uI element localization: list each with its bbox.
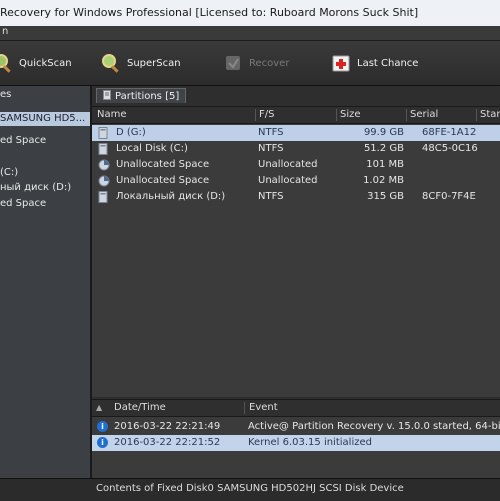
main-pane: Partitions [5] Name F/S Size Serial Star… [92,86,500,478]
device-tree: es SAMSUNG HD5... ed Space (C:) ный диск… [0,86,92,478]
table-row[interactable]: D (G:) NTFS 99.9 GB 68FE-1A12 [92,125,500,141]
table-row[interactable]: Локальный диск (D:) NTFS 315 GB 8CF0-7F4… [92,189,500,205]
status-bar: Contents of Fixed Disk0 SAMSUNG HD502HJ … [0,478,500,501]
log-header: ▲ Date/Time Event [92,400,500,417]
column-header-event[interactable]: Event [244,402,278,414]
disk-icon [98,143,108,155]
column-header-starting[interactable]: Startin [476,109,500,121]
superscan-button[interactable]: SuperScan [100,49,181,77]
pie-icon [98,175,110,187]
quickscan-button[interactable]: QuickScan [0,49,72,77]
table-row[interactable]: Local Disk (C:) NTFS 51.2 GB 48C5-0C16 [92,141,500,157]
tree-item[interactable]: ный диск (D:) [0,181,71,195]
toolbar: QuickScan SuperScan Recover Last Chance [0,41,500,86]
grid-header: Name F/S Size Serial Startin [92,107,500,124]
column-header-name[interactable]: Name [94,109,127,121]
event-log: ▲ Date/Time Event i 2016-03-22 22:21:49 … [92,399,500,478]
table-row[interactable]: Unallocated Space Unallocated 1.02 MB [92,173,500,189]
column-header-serial[interactable]: Serial [406,109,438,121]
title-bar: Recovery for Windows Professional [Licen… [0,0,500,26]
menu-item[interactable]: n [2,26,8,37]
partition-icon [103,89,111,103]
last-chance-button[interactable]: Last Chance [330,49,418,77]
first-aid-icon [330,52,352,74]
magnifier-icon [0,52,14,74]
disk-icon [98,191,108,203]
column-header-fs[interactable]: F/S [255,109,274,121]
info-icon: i [97,437,108,448]
tab-partitions[interactable]: Partitions [5] [96,88,187,103]
partitions-grid: Name F/S Size Serial Startin D (G:) NTFS… [92,106,500,416]
recover-button[interactable]: Recover [222,49,289,77]
info-icon: i [97,421,108,432]
sort-arrow-icon: ▲ [96,403,103,412]
tree-item[interactable]: ed Space [0,197,46,211]
pie-icon [98,159,110,171]
tree-item[interactable]: (C:) [0,166,18,180]
column-header-size[interactable]: Size [336,109,361,121]
tree-item[interactable]: es [0,88,11,102]
log-row[interactable]: i 2016-03-22 22:21:52 Kernel 6.03.15 ini… [92,435,500,451]
window-title: Recovery for Windows Professional [Licen… [0,6,419,19]
status-text: Contents of Fixed Disk0 SAMSUNG HD502HJ … [96,483,404,494]
disk-icon [98,127,108,139]
log-row[interactable]: i 2016-03-22 22:21:49 Active@ Partition … [92,419,500,435]
recover-icon [222,52,244,74]
table-row[interactable]: Unallocated Space Unallocated 101 MB [92,157,500,173]
column-header-datetime[interactable]: Date/Time [114,402,166,414]
menu-bar: n [0,26,500,41]
tree-item[interactable]: ed Space [0,134,46,148]
magnifier-icon [100,52,122,74]
tree-item-selected-disk[interactable]: SAMSUNG HD5... [0,112,90,126]
